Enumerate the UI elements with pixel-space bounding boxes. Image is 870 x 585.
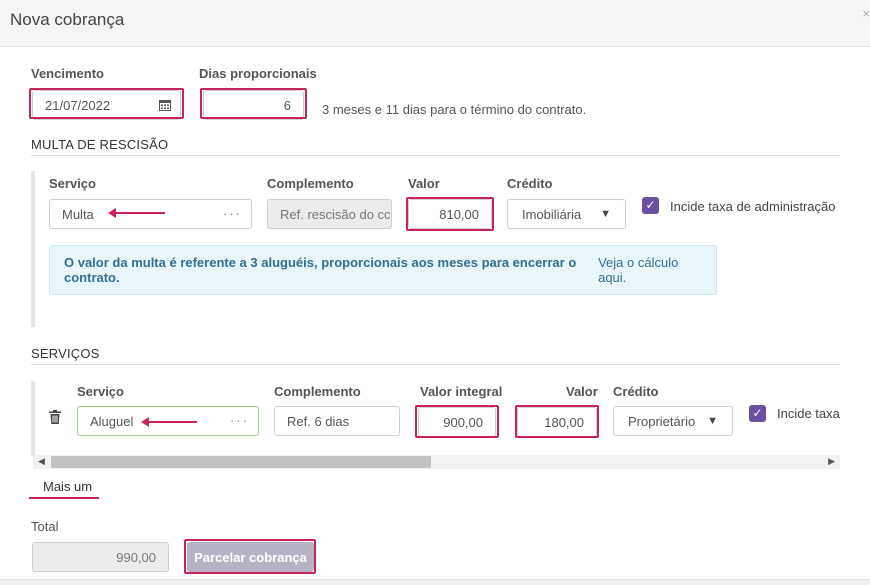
servico-complemento-input[interactable]: Ref. 6 dias [274, 406, 400, 436]
multa-complemento-label: Complemento [267, 176, 354, 191]
servico-valor-input[interactable]: 180,00 [517, 407, 597, 437]
multa-servico-value: Multa [62, 206, 94, 222]
servico-credito-value: Proprietário [628, 413, 696, 429]
scroll-right-icon[interactable]: ▶ [828, 456, 835, 467]
add-more-underline [29, 497, 99, 499]
multa-info-alert: O valor da multa é referente a 3 aluguéi… [49, 245, 717, 295]
multa-valor-label: Valor [408, 176, 440, 191]
vencimento-value: 21/07/2022 [45, 97, 111, 113]
trash-icon[interactable] [49, 410, 61, 424]
multa-credito-label: Crédito [507, 176, 553, 191]
dialog-footer-edge [0, 579, 870, 585]
more-options-icon[interactable]: ··· [223, 206, 242, 221]
chevron-down-icon: ▼ [600, 208, 611, 220]
info-text: O valor da multa é referente a 3 aluguéi… [64, 255, 577, 285]
multa-group-bar [31, 171, 35, 327]
servicos-divider [31, 364, 840, 365]
multa-servico-input[interactable]: Multa ··· [49, 199, 252, 229]
add-more-link[interactable]: Mais um [43, 479, 92, 494]
more-options-icon[interactable]: ··· [230, 413, 249, 428]
servico-credito-label: Crédito [613, 384, 659, 399]
close-icon[interactable]: × [862, 6, 870, 21]
dias-input[interactable]: 6 [203, 90, 304, 120]
servico-incide-label: Incide taxa [777, 406, 840, 421]
multa-valor-input[interactable]: 810,00 [408, 199, 492, 229]
servico-incide-checkbox[interactable]: ✓ [749, 405, 766, 422]
servico-value: Aluguel [90, 413, 134, 429]
valor-integral-input[interactable]: 900,00 [418, 407, 496, 437]
vencimento-input[interactable]: 21/07/2022 [32, 90, 181, 120]
servicos-section-title: SERVIÇOS [31, 346, 100, 361]
multa-servico-label: Serviço [49, 176, 96, 191]
total-label: Total [31, 519, 59, 534]
servico-complemento-label: Complemento [274, 384, 361, 399]
dialog-title: Nova cobrança [10, 10, 125, 29]
contract-note: 3 meses e 11 dias para o término do cont… [322, 102, 587, 117]
multa-complemento-input[interactable]: Ref. rescisão do cc [267, 199, 392, 229]
scrollbar-thumb[interactable] [51, 456, 431, 468]
servico-label: Serviço [77, 384, 124, 399]
multa-credito-value: Imobiliária [522, 206, 582, 222]
info-calc-link[interactable]: Veja o cálculo aqui. [598, 255, 702, 285]
chevron-down-icon: ▼ [707, 415, 718, 427]
multa-incide-label: Incide taxa de administração [670, 199, 836, 214]
multa-credito-select[interactable]: Imobiliária ▼ [507, 199, 626, 229]
multa-section-title: MULTA DE RESCISÃO [31, 137, 169, 152]
servico-valor-label: Valor [566, 384, 598, 399]
multa-incide-checkbox[interactable]: ✓ [642, 197, 659, 214]
dias-label: Dias proporcionais [199, 66, 317, 81]
calendar-icon[interactable] [159, 99, 171, 111]
valor-integral-label: Valor integral [420, 384, 503, 399]
arrow-annotation [108, 208, 165, 218]
parcelar-button[interactable]: Parcelar cobrança [187, 542, 314, 572]
servico-credito-select[interactable]: Proprietário ▼ [613, 406, 733, 436]
scroll-left-icon[interactable]: ◀ [38, 456, 45, 467]
vencimento-label: Vencimento [31, 66, 104, 81]
total-input: 990,00 [32, 542, 169, 572]
horizontal-scrollbar[interactable]: ◀ ▶ [33, 455, 840, 469]
arrow-annotation [141, 417, 197, 427]
multa-divider [31, 155, 840, 156]
dialog-header: Nova cobrança × [0, 0, 870, 47]
servicos-group-bar [31, 381, 35, 456]
